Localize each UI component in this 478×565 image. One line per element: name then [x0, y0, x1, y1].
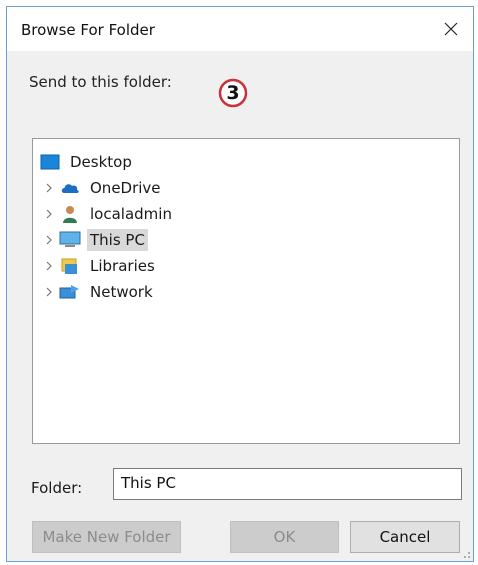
- instruction-label: Send to this folder:: [29, 73, 172, 91]
- tree-item-network[interactable]: Network: [39, 279, 156, 305]
- network-icon: [59, 282, 81, 302]
- chevron-right-icon[interactable]: [39, 183, 59, 193]
- tree-item-this-pc[interactable]: This PC: [39, 227, 148, 253]
- computer-icon: [59, 230, 81, 250]
- tree-item-label: OneDrive: [90, 179, 161, 197]
- chevron-right-icon[interactable]: [39, 261, 59, 271]
- folder-input[interactable]: This PC: [113, 468, 462, 500]
- browse-for-folder-dialog: Browse For Folder Send to this folder: 3…: [6, 6, 474, 562]
- tree-item-onedrive[interactable]: OneDrive: [39, 175, 164, 201]
- make-new-folder-button[interactable]: Make New Folder: [32, 521, 181, 553]
- tree-item-label: Desktop: [70, 153, 132, 171]
- tree-item-label: localadmin: [90, 205, 172, 223]
- desktop-icon: [39, 152, 61, 172]
- libraries-icon: [59, 256, 81, 276]
- folder-tree[interactable]: Desktop OneDrive localadmin This PC Libr…: [32, 138, 460, 444]
- window-title: Browse For Folder: [21, 21, 155, 39]
- close-button[interactable]: [429, 7, 473, 51]
- chevron-right-icon[interactable]: [39, 287, 59, 297]
- chevron-right-icon[interactable]: [39, 209, 59, 219]
- tree-item-desktop[interactable]: Desktop: [39, 149, 135, 175]
- step-badge: 3: [218, 78, 248, 108]
- step-badge-number: 3: [226, 82, 240, 104]
- onedrive-cloud-icon: [59, 178, 81, 198]
- ok-button[interactable]: OK: [230, 521, 339, 553]
- tree-item-label: This PC: [87, 229, 148, 251]
- chevron-right-icon[interactable]: [39, 235, 59, 245]
- tree-item-libraries[interactable]: Libraries: [39, 253, 158, 279]
- tree-item-label: Network: [90, 283, 153, 301]
- user-icon: [59, 204, 81, 224]
- folder-label: Folder:: [31, 479, 83, 497]
- tree-item-label: Libraries: [90, 257, 155, 275]
- cancel-button[interactable]: Cancel: [350, 521, 460, 553]
- tree-item-localadmin[interactable]: localadmin: [39, 201, 175, 227]
- resize-grip-icon[interactable]: [461, 549, 471, 559]
- title-bar: Browse For Folder: [7, 7, 473, 51]
- close-icon: [444, 22, 458, 36]
